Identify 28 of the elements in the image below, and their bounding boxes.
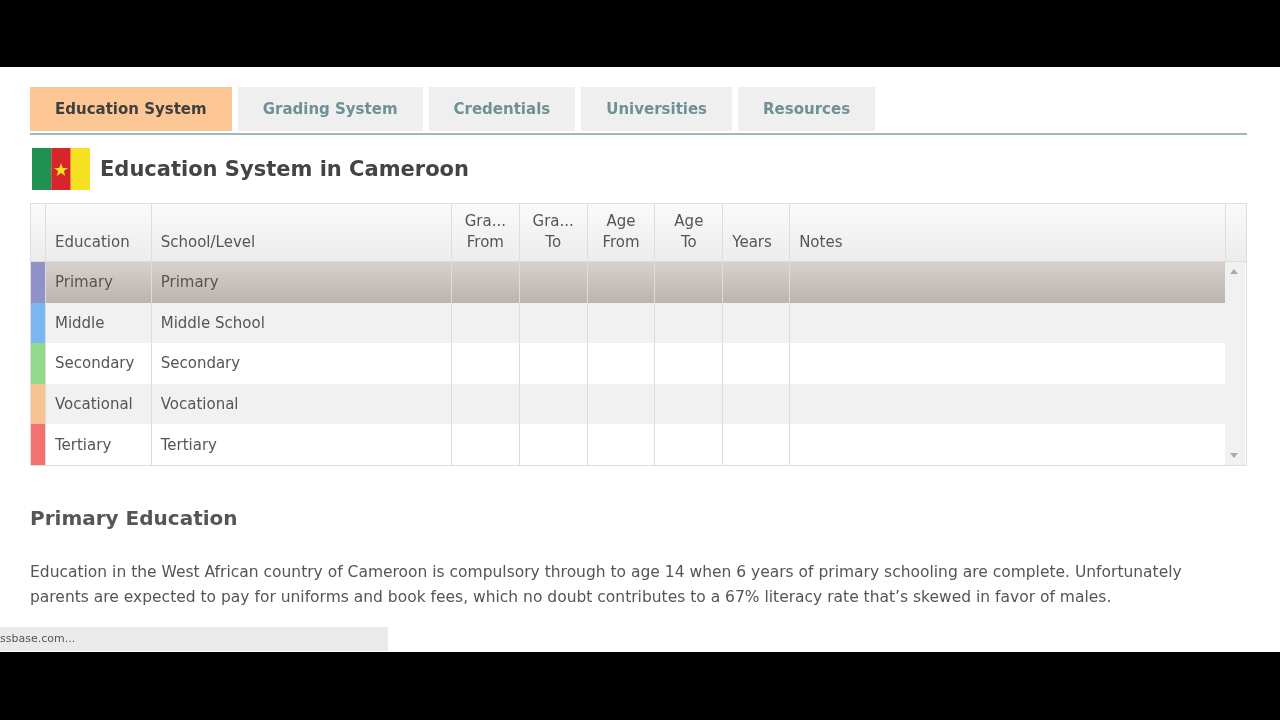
status-bar: ssbase.com...	[0, 627, 388, 651]
flag-icon	[32, 148, 90, 190]
column-header[interactable]: Notes	[789, 204, 1226, 261]
table-row[interactable]: Vocational Vocational	[31, 383, 1225, 425]
column-header[interactable]: School/Level	[150, 204, 451, 261]
table-cell: Secondary	[160, 354, 241, 373]
paragraph: Education in the West African country of Cameroon is compulsory through to age 14 when 6 years of primary schooling are complete. Unfortunately parents are expected to pay for uniforms and book fees, which no doubt contributes to a 67% literacy rate that’s skewed in favor of males.	[30, 561, 1183, 608]
column-header[interactable]: Years	[722, 204, 790, 261]
table-cell: Vocational	[54, 395, 133, 414]
table-cell: Primary	[54, 273, 113, 292]
table-row[interactable]: Middle Middle School	[31, 302, 1225, 344]
table-cell: Middle School	[160, 313, 265, 332]
section-heading: Primary Education	[30, 505, 239, 530]
scrollbar[interactable]	[1225, 262, 1245, 465]
table-cell: Primary	[160, 273, 219, 292]
tab[interactable]: Education System	[30, 87, 232, 131]
column-header[interactable]: Age To	[654, 204, 723, 261]
column-header[interactable]: Age From	[586, 204, 655, 261]
table-cell: Middle	[54, 313, 105, 332]
table-cell: Tertiary	[160, 435, 217, 454]
table-cell: Vocational	[160, 395, 239, 414]
table-cell: Secondary	[54, 354, 135, 373]
page-title: Education System in Cameroon	[100, 157, 469, 181]
table-cell: Tertiary	[54, 435, 112, 454]
column-header[interactable]: Gra... To	[518, 204, 587, 261]
column-header[interactable]: Gra... From	[450, 204, 519, 261]
column-header[interactable]: Education	[44, 204, 151, 261]
table-row[interactable]: Primary Primary	[31, 262, 1225, 303]
